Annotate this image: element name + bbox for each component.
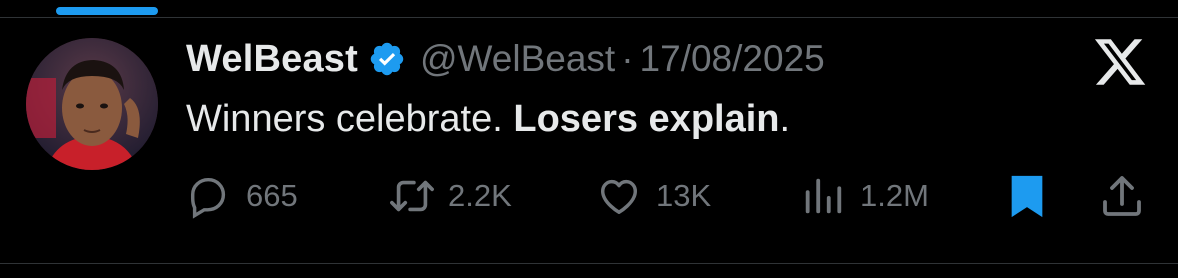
- tweet-text-end: .: [779, 98, 791, 140]
- repost-button[interactable]: 2.2K: [386, 168, 512, 224]
- repost-icon: [386, 173, 438, 219]
- avatar-image: [26, 38, 158, 170]
- share-button[interactable]: [1098, 168, 1146, 224]
- tweet-text: Winners celebrate. Losers explain.: [186, 94, 790, 144]
- tweet-header: WelBeast @WelBeast · 17/08/2025: [186, 34, 825, 84]
- views-icon: [800, 173, 846, 219]
- display-name[interactable]: WelBeast: [186, 38, 358, 81]
- repost-count: 2.2K: [448, 178, 512, 213]
- reply-icon: [186, 173, 232, 219]
- action-bar: 665 2.2K 13K 1.2M: [0, 168, 1178, 224]
- views-count: 1.2M: [860, 178, 929, 213]
- divider-bottom: [0, 263, 1178, 264]
- bookmark-button[interactable]: [1004, 168, 1050, 224]
- reply-button[interactable]: 665: [186, 168, 298, 224]
- handle[interactable]: @WelBeast: [420, 38, 615, 80]
- views-button[interactable]: 1.2M: [800, 168, 929, 224]
- like-icon: [596, 173, 642, 219]
- tab-indicator: [56, 7, 158, 15]
- verified-badge-icon: [368, 40, 406, 78]
- share-icon: [1098, 172, 1146, 220]
- avatar[interactable]: [26, 38, 158, 170]
- divider-top: [0, 17, 1178, 18]
- separator-dot: ·: [621, 38, 634, 79]
- like-button[interactable]: 13K: [596, 168, 711, 224]
- like-count: 13K: [656, 178, 712, 213]
- reply-count: 665: [246, 178, 298, 213]
- tweet-date[interactable]: 17/08/2025: [640, 38, 825, 80]
- x-logo-icon[interactable]: [1092, 34, 1148, 90]
- tweet-text-plain: Winners celebrate.: [186, 98, 514, 140]
- bookmark-icon: [1004, 171, 1050, 221]
- tweet-text-bold: Losers explain: [513, 98, 780, 140]
